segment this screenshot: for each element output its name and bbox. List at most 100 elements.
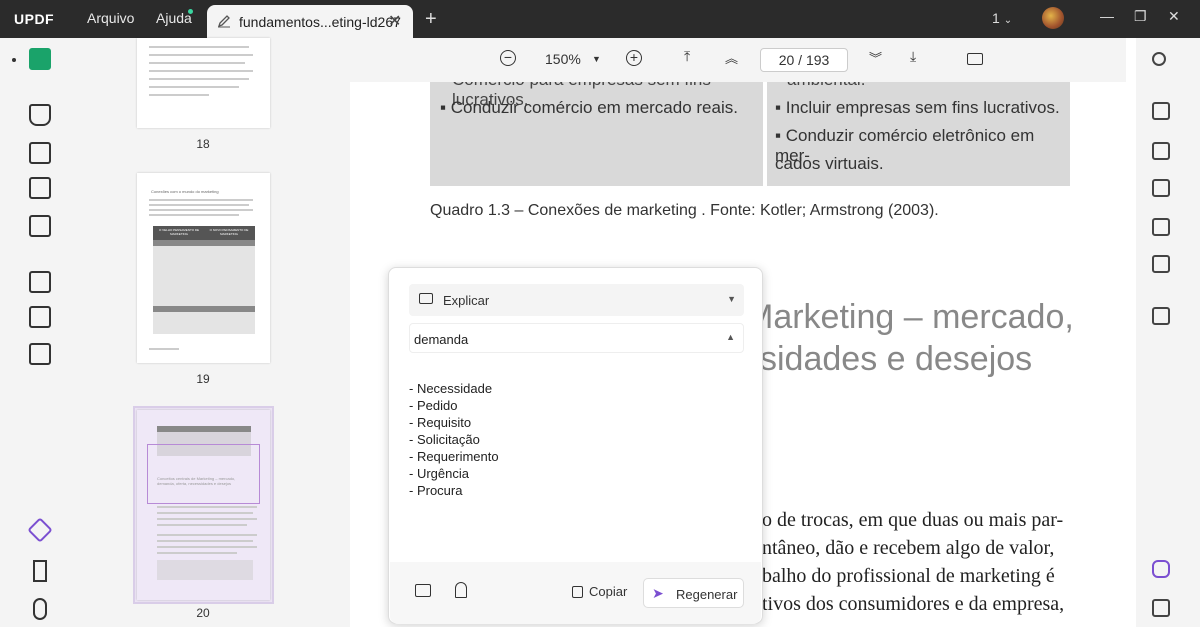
convert-file-icon[interactable] [1152,142,1170,160]
convert-icon[interactable] [29,343,51,365]
close-window-button[interactable]: ✕ [1168,8,1180,25]
protect-icon[interactable] [1152,179,1170,197]
zoom-in-icon[interactable]: + [626,50,642,66]
slideshow-icon[interactable] [967,53,983,65]
chevron-down-icon: ▼ [727,294,736,304]
ai-assistant-icon[interactable] [1152,560,1170,578]
page-number-20: 20 [196,606,210,620]
edit-pdf-icon[interactable] [29,142,51,164]
thumbnail-page-20[interactable]: Conceitos centrais de Marketing – mercad… [137,410,270,600]
section-title-line2: sidades e desejos [760,340,1033,378]
zoom-dropdown-icon[interactable]: ▼ [592,54,601,64]
comment-highlighter-icon[interactable] [29,104,51,126]
next-page-icon[interactable]: ︾ [869,48,882,67]
page-input[interactable]: 20 / 193 [760,48,848,72]
list-item: - Requerimento [409,449,499,464]
search-icon[interactable] [1152,52,1166,66]
section-title-line1: Marketing – mercado, [745,298,1074,336]
copy-label: Copiar [589,584,628,599]
minimize-button[interactable]: — [1100,8,1114,24]
list-item: - Urgência [409,466,469,481]
menu-ajuda[interactable]: Ajuda [156,10,192,26]
bookmark-icon[interactable] [33,560,47,582]
copy-icon [572,586,583,598]
fill-sign-icon[interactable] [29,215,51,237]
right-toolbar [1136,38,1200,627]
page-number-19: 19 [196,372,210,386]
thumbnail-page-18[interactable] [137,38,270,128]
form-icon[interactable] [29,177,51,199]
edit-pen-icon [217,15,230,28]
zoom-level[interactable]: 150% [545,51,581,67]
document-toolbar: − 150% ▼ + ⤒ ︽ 20 / 193 ︾ ⤓ [350,38,1126,82]
page-selector[interactable]: 1 ⌄ [992,10,1012,26]
mode-value: Explicar [443,293,490,308]
tab-title: fundamentos...eting-ld267 [239,14,401,30]
page-selector-value: 1 [992,10,1000,26]
regenerate-button[interactable]: ➤ Regenerar [643,578,744,608]
total-pages: 193 [805,52,830,68]
body-line-3: balho do profissional de marketing é [762,565,1055,587]
reader-icon[interactable] [29,48,51,70]
insert-comment-icon[interactable] [415,584,431,597]
thumbnail-page-19[interactable]: Conexões com o mundo do marketing O VELH… [137,173,270,363]
list-item: - Solicitação [409,432,480,447]
page19-col-left: O VELHO PENSAMENTO DE MARKETING [158,228,200,236]
body-line-2: ntâneo, dão e recebem algo de valor, [762,537,1055,559]
result-area: - Necessidade - Pedido - Requisito - Sol… [390,368,761,562]
comment-icon[interactable] [1152,599,1170,617]
share-icon[interactable] [1152,218,1170,236]
new-tab-button[interactable]: + [425,8,437,31]
title-bar: UPDF Arquivo Ajuda fundamentos...eting-l… [0,0,1200,38]
list-item: - Requisito [409,415,472,430]
updf-logo: UPDF [14,11,55,27]
table-caption: Quadro 1.3 – Conexões de marketing . Fon… [430,202,939,219]
body-line-1: o de trocas, em que duas ou mais par- [762,509,1064,531]
tab-close-icon[interactable]: ✕ [388,11,401,31]
send-icon: ➤ [652,585,664,601]
save-icon[interactable] [1152,307,1170,325]
crop-icon[interactable] [29,306,51,328]
regenerate-label: Regenerar [676,587,738,602]
first-page-icon[interactable]: ⤒ [684,48,690,65]
table-cell-left: Comércio para empresas sem fins lucrativ… [430,82,763,186]
popup-footer: Copiar ➤ Regenerar [390,562,761,624]
chevron-up-icon: ▲ [726,332,735,342]
last-page-icon[interactable]: ⤓ [910,48,916,65]
attachment-icon[interactable] [33,598,47,620]
list-item: - Pedido [409,398,458,413]
mode-select[interactable]: Explicar ▼ [409,284,744,316]
previous-page-icon[interactable]: ︽ [725,48,738,67]
chat-icon [419,293,433,304]
body-line-4: tivos dos consumidores e da empresa, [762,593,1065,615]
ocr-icon[interactable] [1152,102,1170,120]
right-item-2b: cados virtuais. [775,154,884,173]
ai-explain-popup: Explicar ▼ demanda ▲ - Necessidade - Ped… [388,267,763,624]
query-value: demanda [414,332,469,347]
left-toolbar [0,38,70,627]
copy-button[interactable]: Copiar [572,584,627,599]
zoom-out-icon[interactable]: − [500,50,516,66]
restore-button[interactable]: ❐ [1134,8,1147,25]
list-item: - Procura [409,483,463,498]
organize-pages-icon[interactable] [29,271,51,293]
page-separator: / [798,52,803,68]
avatar[interactable] [1042,7,1064,29]
thumbnail-panel: 18 Conexões com o mundo do marketing O V… [70,38,350,627]
result-list: - Necessidade - Pedido - Requisito - Sol… [409,380,499,499]
email-icon[interactable] [1152,255,1170,273]
table-cell-right: ambiental. ▪ Incluir empresas sem fins l… [767,82,1070,186]
page-number-18: 18 [196,137,210,151]
indicator-dot [12,58,16,62]
page19-col-right: O NOVO PENSAMENTO DE MARKETING [209,228,249,236]
chevron-down-icon: ⌄ [1003,15,1013,26]
notification-dot [188,9,193,14]
menu-arquivo[interactable]: Arquivo [87,10,134,26]
right-item-1: ▪ Incluir empresas sem fins lucrativos. [775,98,1060,117]
list-item: - Necessidade [409,381,493,396]
highlight-icon[interactable] [455,582,467,598]
left-item: ▪ Conduzir comércio em mercado reais. [440,98,738,117]
layers-icon[interactable] [27,517,53,543]
query-input[interactable]: demanda ▲ [409,323,744,353]
document-tab[interactable]: fundamentos...eting-ld267 ✕ [207,5,413,38]
